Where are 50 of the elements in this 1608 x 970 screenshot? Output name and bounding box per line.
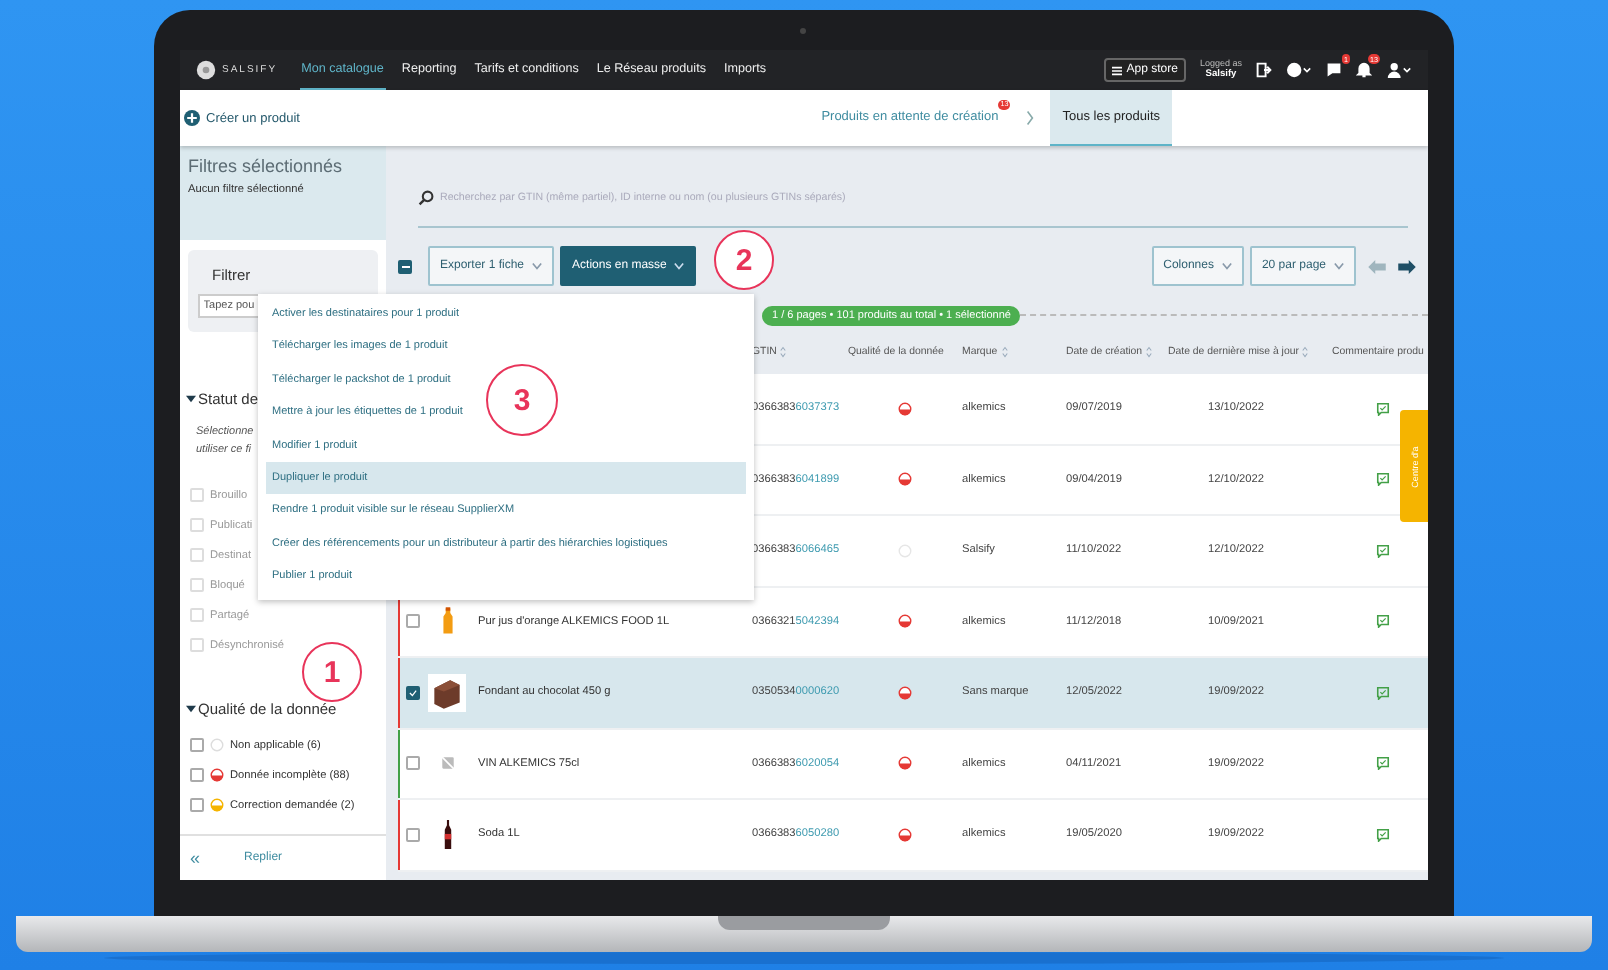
half-circle-icon: [210, 798, 224, 812]
caret-down-icon: [532, 262, 543, 270]
search-icon: [418, 190, 434, 206]
half-circle-icon: [898, 472, 912, 487]
comment-icon[interactable]: [1376, 827, 1390, 842]
checkbox[interactable]: [190, 798, 204, 812]
sort-icon: [1146, 346, 1153, 358]
comment-icon[interactable]: [1376, 614, 1390, 629]
half-circle-icon: [898, 827, 912, 842]
row-checkbox[interactable]: [406, 614, 420, 629]
comment-icon[interactable]: [1376, 472, 1390, 487]
caret-down-icon: [1221, 262, 1232, 270]
sort-icon: [1001, 346, 1008, 358]
half-circle-icon: [898, 401, 912, 416]
empty-circle-icon: [210, 738, 224, 752]
triangle-icon: [186, 704, 196, 714]
collapse-icon[interactable]: «: [190, 848, 201, 868]
caret-down-icon: [674, 262, 685, 270]
cake-image: [428, 673, 466, 712]
panel-title: Filtres sélectionnés: [188, 156, 345, 176]
row-checkbox[interactable]: [406, 827, 420, 842]
user-icon[interactable]: [1386, 62, 1412, 78]
half-circle-icon: [898, 756, 912, 771]
annotation-marker: 2: [714, 230, 774, 290]
bottle-icon: [439, 606, 455, 637]
chat-icon[interactable]: [1326, 62, 1342, 78]
list-icon: [1112, 65, 1123, 75]
logout-icon[interactable]: [1256, 62, 1272, 78]
bottle-icon: [439, 819, 455, 850]
comment-icon[interactable]: [1376, 401, 1390, 416]
empty-circle-icon: [898, 543, 912, 558]
comment-icon[interactable]: [1376, 685, 1390, 700]
caret-down-icon: [1334, 262, 1344, 270]
chevron-right-icon: [1026, 110, 1035, 126]
triangle-icon: [186, 394, 196, 404]
half-circle-icon: [898, 685, 912, 700]
bell-icon[interactable]: [1356, 62, 1372, 78]
next-page-arrow-icon[interactable]: [1398, 259, 1416, 273]
checkbox[interactable]: [190, 768, 204, 782]
half-circle-icon: [898, 614, 912, 629]
checkbox[interactable]: [190, 738, 204, 752]
row-checkbox[interactable]: [406, 685, 420, 700]
sort-icon: [1302, 346, 1309, 358]
select-all-checkbox[interactable]: [398, 259, 412, 273]
half-circle-icon: [210, 768, 224, 782]
comment-icon[interactable]: [1376, 756, 1390, 771]
comment-icon[interactable]: [1376, 543, 1390, 558]
sort-icon: [780, 346, 787, 358]
row-checkbox[interactable]: [406, 756, 420, 771]
camera-dot: [800, 28, 806, 34]
